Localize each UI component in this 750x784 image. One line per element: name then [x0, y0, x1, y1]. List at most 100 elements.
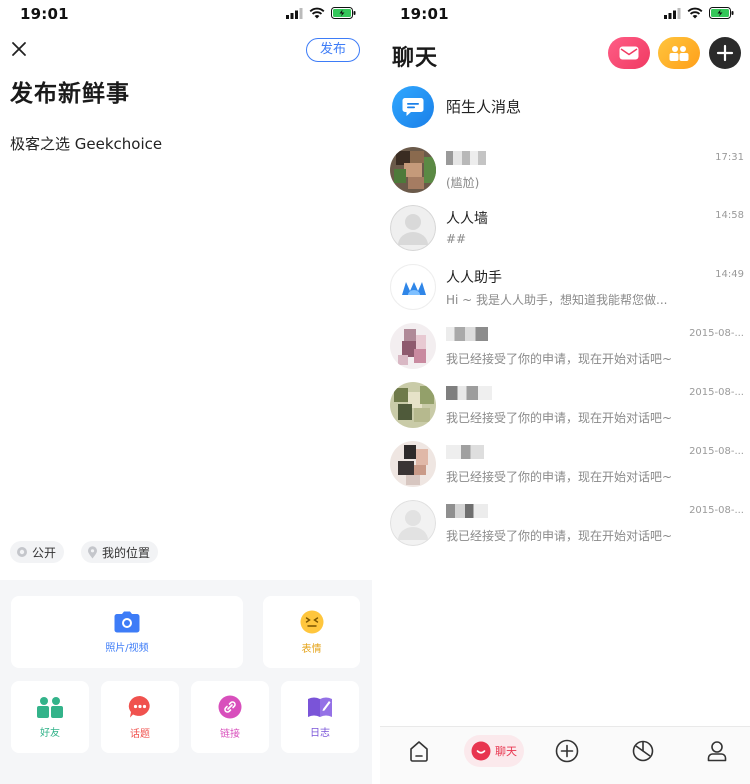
diary-button[interactable]: 日志	[281, 681, 359, 753]
publish-button[interactable]: 发布	[306, 38, 360, 62]
conversation-name	[446, 385, 492, 401]
conversation-row[interactable]: 我已经接受了你的申请，现在开始对话吧~ 2015-08-...	[380, 494, 750, 552]
conversation-time: 2015-08-...	[689, 446, 744, 457]
tab-add[interactable]	[554, 735, 580, 767]
tab-chat-label: 聊天	[495, 745, 517, 758]
privacy-label: 公开	[32, 545, 57, 560]
post-text-input[interactable]: 极客之选 Geekchoice	[10, 133, 162, 154]
profile-icon	[707, 741, 727, 762]
wifi-icon	[687, 7, 703, 19]
tab-bar: 聊天	[380, 726, 750, 784]
conversation-name	[446, 503, 488, 519]
status-time: 19:01	[400, 5, 449, 23]
redacted-name	[446, 386, 492, 400]
avatar	[390, 205, 436, 251]
chat-bubble-icon	[402, 98, 424, 116]
location-chip[interactable]: 我的位置	[81, 541, 159, 563]
friends-label: 好友	[40, 727, 60, 739]
close-icon[interactable]	[10, 40, 28, 58]
conversation-time: 14:49	[715, 269, 744, 280]
mail-button[interactable]	[608, 37, 650, 69]
status-time: 19:01	[20, 5, 69, 23]
tab-home[interactable]	[406, 735, 432, 767]
camera-icon	[114, 611, 140, 632]
battery-icon	[709, 7, 734, 19]
wifi-icon	[309, 7, 325, 19]
friends-icon	[37, 696, 63, 718]
conversation-message: 我已经接受了你的申请，现在开始对话吧~	[446, 352, 673, 366]
add-button[interactable]	[709, 37, 741, 69]
redacted-name	[446, 504, 488, 518]
plus-icon	[555, 739, 579, 763]
conversation-row[interactable]: (尴尬) 17:31	[380, 141, 750, 199]
page-title: 聊天	[392, 46, 439, 71]
conversation-message: 我已经接受了你的申请，现在开始对话吧~	[446, 529, 673, 543]
conversation-time: 14:58	[715, 210, 744, 221]
conversation-message: Hi ~ 我是人人助手，想知道我能帮您做...	[446, 293, 668, 307]
signal-icon	[286, 7, 303, 19]
redacted-name	[446, 327, 488, 341]
conversation-time: 2015-08-...	[689, 328, 744, 339]
status-icons	[664, 7, 734, 19]
link-button[interactable]: 链接	[191, 681, 269, 753]
avatar	[390, 323, 436, 369]
composer-screen: 19:01 发布 发布新鲜事 极客之选 Geekchoice 公开 我的位置 照…	[0, 0, 372, 784]
conversation-name: 人人助手	[446, 270, 502, 286]
stranger-messages-row[interactable]: 陌生人消息	[380, 82, 750, 130]
photo-video-label: 照片/视频	[105, 642, 149, 654]
page-title: 发布新鲜事	[10, 81, 130, 107]
conversation-time: 17:31	[715, 152, 744, 163]
plus-icon	[716, 44, 734, 62]
avatar	[390, 147, 436, 193]
group-button[interactable]	[658, 37, 700, 69]
conversation-time: 2015-08-...	[689, 505, 744, 516]
globe-icon	[17, 547, 27, 557]
group-icon	[669, 46, 689, 61]
emoji-icon	[300, 610, 323, 633]
conversation-row[interactable]: 人人助手 Hi ~ 我是人人助手，想知道我能帮您做... 14:49	[380, 258, 750, 316]
screen-divider	[372, 0, 380, 784]
discover-icon	[632, 740, 654, 762]
conversation-name	[446, 326, 488, 342]
avatar	[390, 382, 436, 428]
location-label: 我的位置	[102, 545, 151, 560]
diary-icon	[308, 697, 332, 717]
signal-icon	[664, 7, 681, 19]
topic-icon	[128, 695, 150, 717]
link-icon	[218, 695, 242, 718]
conversation-name	[446, 444, 484, 460]
privacy-chip[interactable]: 公开	[10, 541, 65, 563]
redacted-name	[446, 151, 486, 165]
tab-profile[interactable]	[704, 735, 730, 767]
conversation-message: ##	[446, 232, 467, 246]
tab-chat[interactable]: 聊天	[464, 735, 524, 767]
conversation-message: 我已经接受了你的申请，现在开始对话吧~	[446, 470, 673, 484]
tab-discover[interactable]	[630, 735, 656, 767]
mail-icon	[619, 46, 639, 60]
diary-label: 日志	[310, 727, 330, 739]
avatar	[390, 500, 436, 546]
emoji-button[interactable]: 表情	[263, 596, 360, 668]
conversation-time: 2015-08-...	[689, 387, 744, 398]
topic-button[interactable]: 话题	[101, 681, 179, 753]
conversation-row[interactable]: 我已经接受了你的申请，现在开始对话吧~ 2015-08-...	[380, 376, 750, 434]
conversation-row[interactable]: 人人墙 ## 14:58	[380, 199, 750, 257]
topic-label: 话题	[130, 728, 150, 740]
status-bar: 19:01	[0, 0, 372, 28]
stranger-messages-label: 陌生人消息	[446, 98, 522, 116]
conversation-name: 人人墙	[446, 211, 488, 227]
conversation-row[interactable]: 我已经接受了你的申请，现在开始对话吧~ 2015-08-...	[380, 435, 750, 493]
avatar	[390, 441, 436, 487]
friends-button[interactable]: 好友	[11, 681, 89, 753]
conversation-message: 我已经接受了你的申请，现在开始对话吧~	[446, 411, 673, 425]
photo-video-button[interactable]: 照片/视频	[11, 596, 243, 668]
chat-bubble-icon	[471, 741, 491, 761]
status-bar: 19:01	[380, 0, 750, 28]
location-pin-icon	[88, 545, 97, 558]
conversation-message: (尴尬)	[446, 176, 480, 190]
conversation-name	[446, 150, 486, 166]
status-icons	[286, 7, 356, 19]
conversation-row[interactable]: 我已经接受了你的申请，现在开始对话吧~ 2015-08-...	[380, 317, 750, 375]
redacted-name	[446, 445, 484, 459]
stranger-messages-avatar	[392, 86, 434, 128]
